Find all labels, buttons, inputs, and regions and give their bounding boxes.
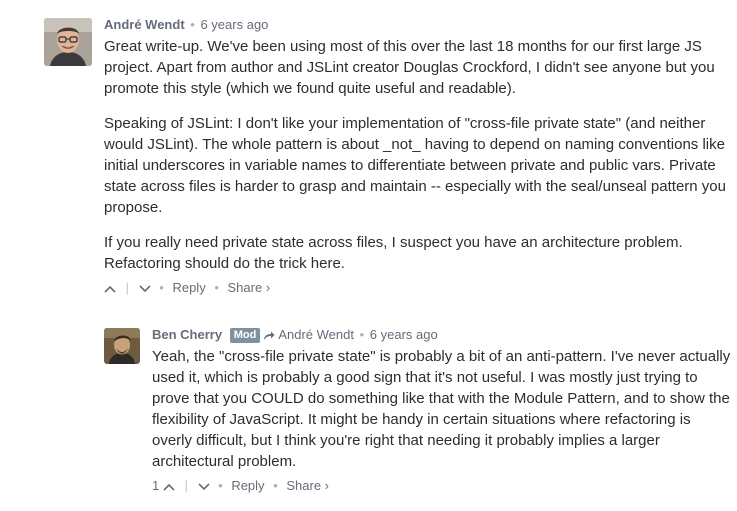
bullet-separator: • <box>214 280 219 295</box>
upvote-count: 1 <box>152 478 160 493</box>
comment-paragraph: Yeah, the "cross-file private state" is … <box>152 348 731 470</box>
upvote-icon[interactable] <box>104 280 116 298</box>
upvote-icon[interactable] <box>163 478 175 496</box>
comment-header: Ben Cherry Mod André Wendt • 6 years ago <box>152 326 734 346</box>
reply-to-author[interactable]: André Wendt <box>278 327 354 342</box>
bullet-separator: • <box>159 280 164 295</box>
reply-link[interactable]: Reply <box>231 478 264 493</box>
vote-divider: | <box>184 478 188 493</box>
comment-message: Great write-up. We've been using most of… <box>104 36 734 274</box>
comment-footer: | • Reply • Share › <box>104 279 734 298</box>
comment-paragraph: Speaking of JSLint: I don't like your im… <box>104 115 726 216</box>
comment-header: André Wendt • 6 years ago <box>104 16 734 36</box>
author-name[interactable]: Ben Cherry <box>152 327 222 342</box>
vote-divider: | <box>125 280 130 295</box>
reply-arrow-icon <box>263 328 275 346</box>
bullet-separator: • <box>359 327 365 342</box>
downvote-icon[interactable] <box>197 478 210 496</box>
bullet-separator: • <box>218 478 223 493</box>
comment-message: Yeah, the "cross-file private state" is … <box>152 346 734 472</box>
bullet-separator: • <box>190 17 195 32</box>
author-name[interactable]: André Wendt <box>104 17 185 32</box>
comment-paragraph: Great write-up. We've been using most of… <box>104 38 715 97</box>
reply-link[interactable]: Reply <box>172 280 205 295</box>
avatar[interactable] <box>44 18 92 66</box>
timestamp[interactable]: 6 years ago <box>370 327 438 342</box>
bullet-separator: • <box>273 478 278 493</box>
comment-footer: 1 | • Reply • Share › <box>152 477 734 496</box>
downvote-icon[interactable] <box>139 280 151 298</box>
avatar[interactable] <box>104 328 140 364</box>
moderator-badge: Mod <box>229 328 261 343</box>
timestamp[interactable]: 6 years ago <box>200 17 268 32</box>
share-link[interactable]: Share › <box>228 280 271 295</box>
share-link[interactable]: Share › <box>286 478 329 493</box>
comment-paragraph: If you really need private state across … <box>104 234 683 272</box>
